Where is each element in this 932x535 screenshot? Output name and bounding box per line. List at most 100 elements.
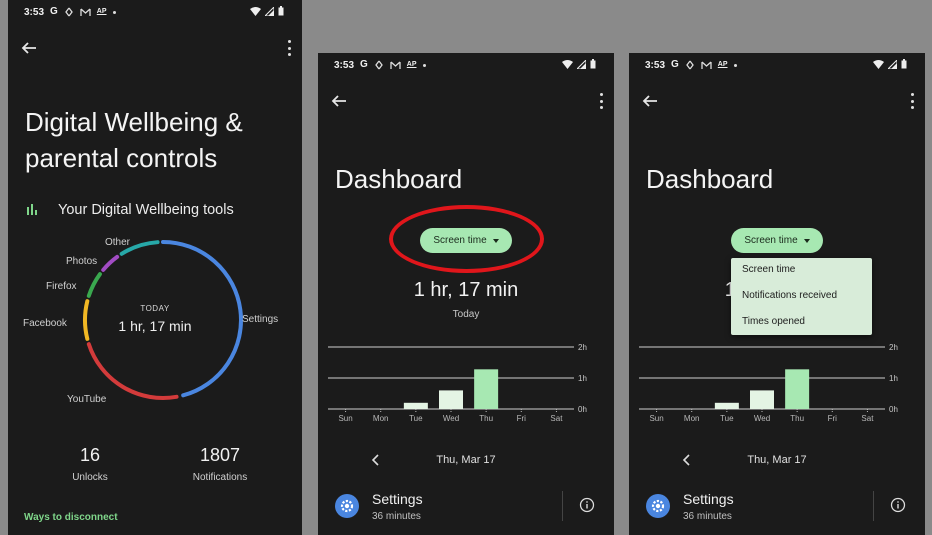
y-tick-label: 1h [578,374,587,383]
app-name: Settings [683,491,734,507]
ring-total-time: 1 hr, 17 min [118,318,192,334]
selected-date: Thu, Mar 17 [747,454,807,466]
ap-icon: AP [717,61,728,68]
y-tick-label: 2h [889,343,898,352]
status-bar: 3:53 G AP [8,0,302,28]
bar-thu [785,369,810,409]
status-time: 3:53 [645,60,666,71]
y-tick-label: 2h [578,343,587,352]
x-tick-label: Wed [754,414,770,423]
notifications-label: Notifications [192,472,248,483]
x-tick-label: Thu [479,414,493,423]
ring-segment-youtube [86,342,179,400]
unlocks-count: 16 [79,445,101,465]
status-bar: 3:53 G AP [318,53,614,81]
selected-date: Thu, Mar 17 [436,454,496,466]
x-tick-label: Thu [790,414,804,423]
x-tick-label: Mon [684,414,700,423]
ap-icon: AP [96,8,107,15]
bar-wed [439,390,463,409]
info-icon[interactable] [579,497,595,513]
period-label: Today [452,309,480,320]
y-tick-label: 0h [889,405,898,414]
metric-dropdown-menu: Screen time Notifications received Times… [731,258,872,335]
daily-usage-chart[interactable]: 0h 1h 2h Sun Mon Tue Wed Thu Fri Sat [639,339,925,429]
y-tick-label: 0h [578,405,587,414]
menu-item-screen-time[interactable]: Screen time [731,261,872,287]
settings-gear-icon [646,494,670,518]
gmail-icon [80,8,91,16]
battery-icon [278,6,284,16]
overflow-menu-icon[interactable] [286,40,292,56]
menu-item-times-opened[interactable]: Times opened [731,313,872,339]
signal-icon [265,6,274,16]
dashboard-screen: 3:53 G AP Dashboard Screen time 1 hr, 17… [318,53,614,535]
notification-dot-icon [112,10,116,14]
ring-label-photos: Photos [66,256,98,267]
google-icon: G [360,59,368,70]
dashboard-screen-menu-open: 3:53 G AP Dashboard Screen time 1 hr, 17… [629,53,925,535]
back-arrow-icon[interactable] [330,92,348,110]
y-tick-label: 1h [889,374,898,383]
unlocks-label: Unlocks [72,472,108,483]
page-title: Digital Wellbeing & parental controls [25,107,243,173]
bar-tue [403,402,428,409]
info-icon[interactable] [890,497,906,513]
back-arrow-icon[interactable] [20,39,38,57]
back-arrow-icon[interactable] [641,92,659,110]
bar-chart-icon [27,204,37,215]
metric-dropdown-button[interactable]: Screen time [731,228,823,253]
unlocks-stat: 16 Unlocks [58,445,122,483]
x-tick-label: Sun [338,414,352,423]
ring-segment-firefox [86,272,102,298]
ring-today-label: TODAY [140,304,170,313]
menu-item-notifications-received[interactable]: Notifications received [731,287,872,313]
app-usage-row[interactable]: Settings 36 minutes [318,483,614,535]
ap-icon: AP [406,61,417,68]
usage-ring-chart[interactable]: Other Photos Firefox Facebook Settings Y… [8,230,302,420]
app-duration: 36 minutes [683,511,732,522]
wifi-icon [873,59,884,69]
x-tick-label: Fri [517,414,527,423]
x-tick-label: Mon [373,414,389,423]
notifications-stat: 1807 Notifications [180,445,260,483]
status-time: 3:53 [24,7,45,18]
signal-icon [888,59,897,69]
notification-dot-icon [422,63,426,67]
x-tick-label: Sun [649,414,663,423]
daily-usage-chart[interactable]: 0h 1h 2h Sun Mon Tue Wed Thu Fri Sat [328,339,614,429]
wifi-icon [562,59,573,69]
page-title: Dashboard [646,164,774,194]
status-time: 3:53 [334,60,355,71]
wellbeing-screen: 3:53 G AP Digital Wellbeing & parental c… [8,0,302,535]
divider [562,491,563,521]
ring-label-youtube: YouTube [67,394,107,405]
battery-icon [590,59,596,69]
x-tick-label: Tue [409,414,423,423]
bar-wed [750,390,774,409]
ways-to-disconnect-link[interactable]: Ways to disconnect [24,512,118,523]
bar-tue [714,402,739,409]
app-duration: 36 minutes [372,511,421,522]
metric-dropdown-label: Screen time [744,235,798,246]
gmail-icon [701,61,712,69]
tools-heading: Your Digital Wellbeing tools [58,202,234,218]
notifications-count: 1807 [199,445,241,465]
x-tick-label: Tue [720,414,734,423]
page-title: Dashboard [335,164,463,194]
x-tick-label: Fri [828,414,838,423]
overflow-menu-icon[interactable] [909,93,915,109]
battery-icon [901,59,907,69]
overflow-menu-icon[interactable] [598,93,604,109]
divider [873,491,874,521]
bar-thu [474,369,499,409]
ring-segment-photos [101,254,120,272]
caret-down-icon [803,238,810,243]
network-icon [64,7,73,17]
total-screen-time: 1 hr, 17 min [413,279,519,301]
ring-label-other: Other [105,237,131,248]
google-icon: G [50,6,58,17]
signal-icon [577,59,586,69]
notification-dot-icon [733,63,737,67]
app-usage-row[interactable]: Settings 36 minutes [629,483,925,535]
